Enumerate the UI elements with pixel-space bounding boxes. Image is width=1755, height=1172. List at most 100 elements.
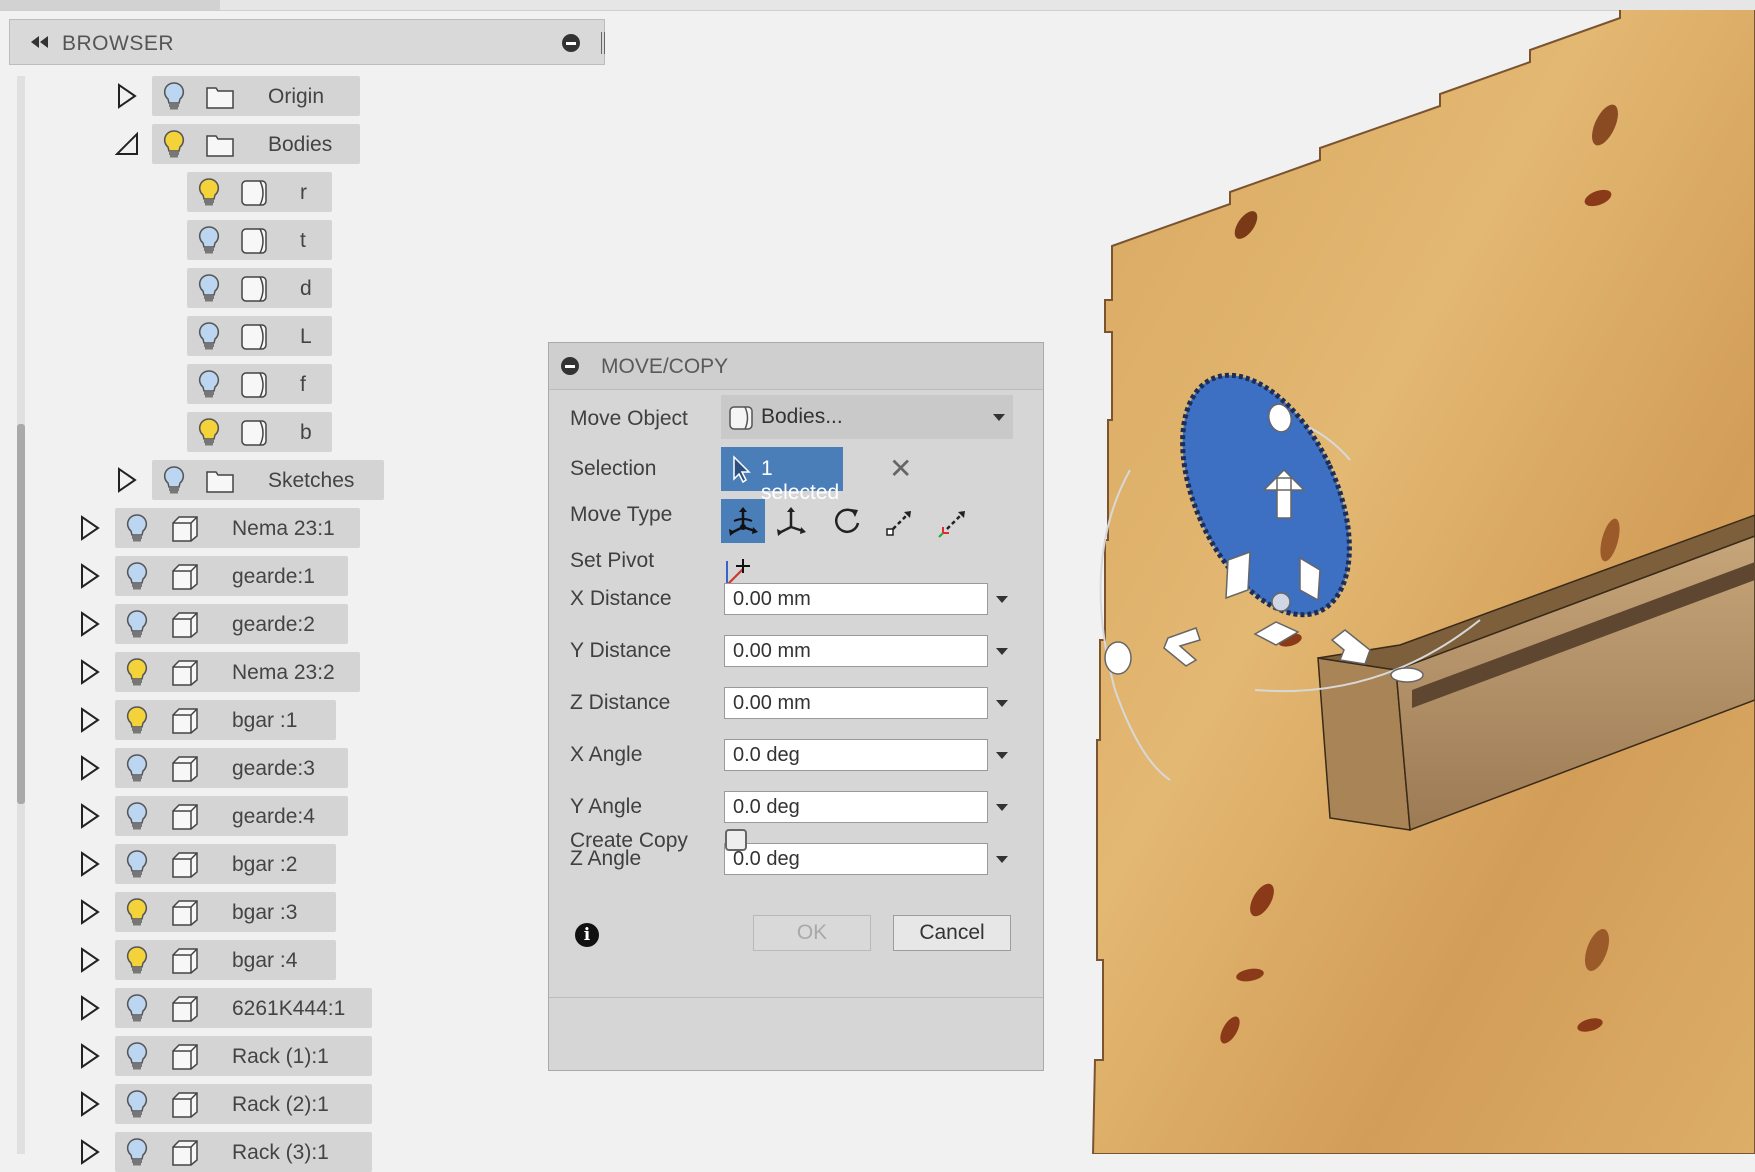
visibility-bulb-icon[interactable]: [197, 177, 221, 207]
selection-button[interactable]: 1 selected: [721, 447, 843, 504]
visibility-bulb-icon[interactable]: [125, 561, 149, 591]
move-type-translate-button[interactable]: [769, 499, 813, 543]
panel-grip-icon[interactable]: [601, 32, 605, 54]
visibility-bulb-icon[interactable]: [162, 81, 186, 111]
expand-triangle-icon[interactable]: [78, 707, 102, 733]
visibility-bulb-icon[interactable]: [197, 321, 221, 351]
expand-triangle-icon[interactable]: [115, 83, 139, 109]
tree-item[interactable]: gearde:4: [0, 796, 600, 836]
expand-triangle-icon[interactable]: [78, 1091, 102, 1117]
create-copy-checkbox[interactable]: [725, 829, 747, 851]
tree-item[interactable]: bgar :1: [0, 700, 600, 740]
expand-triangle-icon[interactable]: [78, 1043, 102, 1069]
tree-item[interactable]: Nema 23:1: [0, 508, 600, 548]
visibility-bulb-icon[interactable]: [162, 129, 186, 159]
visibility-bulb-icon[interactable]: [125, 1137, 149, 1167]
value-input[interactable]: [724, 687, 988, 719]
tree-item[interactable]: Rack (1):1: [0, 1036, 600, 1076]
tree-item[interactable]: Sketches: [0, 460, 600, 500]
collapse-panel-icon[interactable]: [28, 34, 52, 50]
expand-triangle-icon[interactable]: [115, 467, 139, 493]
tree-item[interactable]: r: [0, 172, 600, 212]
tree-item[interactable]: Origin: [0, 76, 600, 116]
dialog-collapse-icon[interactable]: [561, 357, 579, 375]
expand-triangle-icon[interactable]: [78, 563, 102, 589]
value-input[interactable]: [724, 791, 988, 823]
chevron-down-icon[interactable]: [996, 648, 1008, 655]
visibility-bulb-icon[interactable]: [162, 465, 186, 495]
cancel-button[interactable]: Cancel: [893, 915, 1011, 951]
tree-item[interactable]: bgar :2: [0, 844, 600, 884]
chevron-down-icon[interactable]: [996, 752, 1008, 759]
tree-item[interactable]: Bodies: [0, 124, 600, 164]
chevron-down-icon[interactable]: [996, 596, 1008, 603]
tree-item[interactable]: L: [0, 316, 600, 356]
chevron-down-icon[interactable]: [996, 804, 1008, 811]
clear-selection-icon[interactable]: ✕: [889, 455, 912, 483]
visibility-bulb-icon[interactable]: [197, 225, 221, 255]
rotate-handle[interactable]: [1390, 667, 1424, 683]
value-input[interactable]: [724, 739, 988, 771]
field-label: Y Angle: [570, 795, 643, 818]
tree-item[interactable]: t: [0, 220, 600, 260]
tree-item[interactable]: Rack (3):1: [0, 1132, 600, 1172]
chevron-down-icon[interactable]: [993, 414, 1005, 421]
tree-item[interactable]: gearde:2: [0, 604, 600, 644]
chevron-down-icon[interactable]: [996, 700, 1008, 707]
move-object-dropdown[interactable]: Bodies...: [721, 395, 1013, 439]
3d-viewport[interactable]: [1000, 10, 1755, 1154]
visibility-bulb-icon[interactable]: [125, 1041, 149, 1071]
tree-item[interactable]: bgar :3: [0, 892, 600, 932]
visibility-bulb-icon[interactable]: [125, 753, 149, 783]
info-icon[interactable]: i: [575, 923, 599, 947]
visibility-bulb-icon[interactable]: [125, 801, 149, 831]
move-type-point-to-point-button[interactable]: [879, 499, 923, 543]
value-input[interactable]: [724, 583, 988, 615]
chevron-down-icon[interactable]: [996, 856, 1008, 863]
value-input[interactable]: [724, 843, 988, 875]
visibility-bulb-icon[interactable]: [197, 273, 221, 303]
visibility-bulb-icon[interactable]: [125, 945, 149, 975]
expand-triangle-icon[interactable]: [78, 851, 102, 877]
expand-triangle-icon[interactable]: [78, 611, 102, 637]
expand-triangle-icon[interactable]: [78, 995, 102, 1021]
planar-handle[interactable]: [1225, 550, 1251, 600]
expand-triangle-icon[interactable]: [78, 947, 102, 973]
tree-item[interactable]: Rack (2):1: [0, 1084, 600, 1124]
expand-triangle-icon[interactable]: [78, 515, 102, 541]
visibility-bulb-icon[interactable]: [197, 417, 221, 447]
tree-item[interactable]: Nema 23:2: [0, 652, 600, 692]
tree-item[interactable]: gearde:3: [0, 748, 600, 788]
tree-item[interactable]: d: [0, 268, 600, 308]
visibility-bulb-icon[interactable]: [125, 1089, 149, 1119]
toolbar-active-tab[interactable]: [0, 0, 220, 10]
visibility-bulb-icon[interactable]: [125, 849, 149, 879]
visibility-bulb-icon[interactable]: [125, 513, 149, 543]
tree-item[interactable]: b: [0, 412, 600, 452]
ok-button[interactable]: OK: [753, 915, 871, 951]
rotate-handle[interactable]: [1104, 641, 1132, 675]
move-type-free-button[interactable]: [721, 499, 765, 543]
visibility-bulb-icon[interactable]: [197, 369, 221, 399]
visibility-bulb-icon[interactable]: [125, 705, 149, 735]
tree-item[interactable]: f: [0, 364, 600, 404]
tree-item[interactable]: gearde:1: [0, 556, 600, 596]
move-type-point-to-position-button[interactable]: [933, 499, 977, 543]
tree-item[interactable]: 6261K444:1: [0, 988, 600, 1028]
visibility-bulb-icon[interactable]: [125, 609, 149, 639]
expanded-triangle-icon[interactable]: [115, 131, 139, 157]
visibility-bulb-icon[interactable]: [125, 657, 149, 687]
expand-triangle-icon[interactable]: [78, 1139, 102, 1165]
value-input[interactable]: [724, 635, 988, 667]
visibility-bulb-icon[interactable]: [125, 993, 149, 1023]
visibility-bulb-icon[interactable]: [125, 897, 149, 927]
tree-item[interactable]: bgar :4: [0, 940, 600, 980]
browser-minimize-icon[interactable]: [562, 34, 580, 52]
expand-triangle-icon[interactable]: [78, 803, 102, 829]
dialog-header[interactable]: MOVE/COPY: [549, 343, 1043, 390]
expand-triangle-icon[interactable]: [78, 659, 102, 685]
pivot-handle[interactable]: [1271, 592, 1291, 612]
expand-triangle-icon[interactable]: [78, 755, 102, 781]
move-type-rotate-button[interactable]: [825, 499, 869, 543]
expand-triangle-icon[interactable]: [78, 899, 102, 925]
